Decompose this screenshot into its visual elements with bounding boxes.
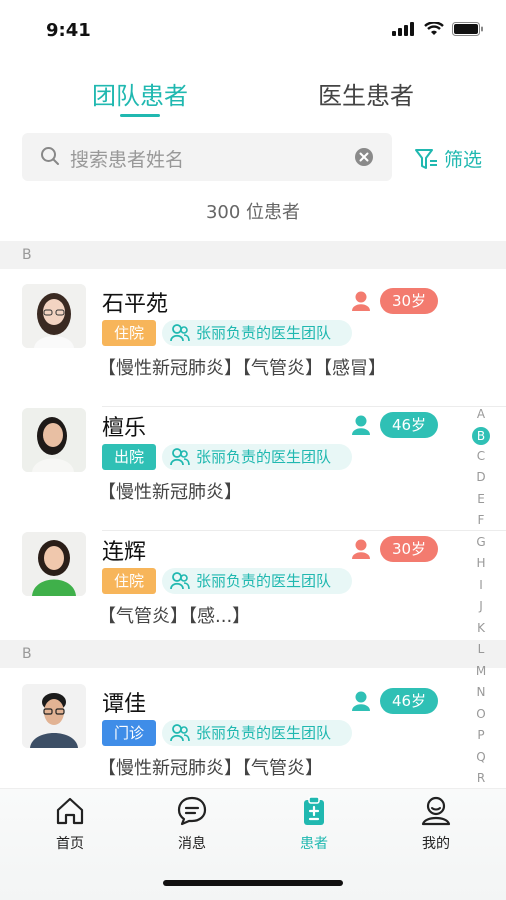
nav-patients[interactable]: 患者	[284, 795, 344, 853]
alpha-index-letter[interactable]: A	[472, 404, 490, 426]
alpha-index-letter[interactable]: P	[472, 725, 490, 747]
team-tag: 张丽负责的医生团队	[162, 320, 352, 346]
alpha-index-letter[interactable]: G	[472, 532, 490, 554]
patient-avatar	[22, 284, 86, 348]
age-badge: 30岁	[380, 536, 438, 562]
patient-tabs: 团队患者 医生患者	[0, 70, 506, 120]
wifi-icon	[424, 22, 444, 35]
age-badge: 46岁	[380, 412, 438, 438]
alpha-index-letter[interactable]: H	[472, 553, 490, 575]
nav-label: 我的	[422, 836, 450, 852]
patient-name: 谭佳	[102, 692, 147, 717]
status-bar: 9:41	[0, 0, 506, 60]
diagnosis-list: 【慢性新冠肺炎】【气管炎】【感冒】	[98, 358, 386, 379]
section-header: B	[0, 640, 506, 668]
nav-messages[interactable]: 消息	[162, 795, 222, 853]
status-badge: 住院	[102, 320, 156, 346]
team-label: 张丽负责的医生团队	[196, 448, 332, 466]
home-icon	[56, 797, 84, 825]
alphabet-index[interactable]: ABCDEFGHIJKLMNOPQR	[472, 404, 490, 790]
alpha-index-letter[interactable]: C	[472, 446, 490, 468]
nav-profile[interactable]: 我的	[406, 795, 466, 853]
age-badge: 46岁	[380, 688, 438, 714]
active-tab-indicator	[120, 114, 160, 117]
search-input[interactable]: 搜索患者姓名	[22, 133, 392, 181]
status-badge: 住院	[102, 568, 156, 594]
patient-name: 连辉	[102, 540, 147, 565]
team-label: 张丽负责的医生团队	[196, 724, 332, 742]
alpha-index-letter[interactable]: I	[472, 575, 490, 597]
message-icon	[177, 796, 207, 826]
patient-avatar	[22, 408, 86, 472]
alpha-index-letter[interactable]: L	[472, 639, 490, 661]
clear-icon[interactable]	[354, 147, 374, 167]
male-icon	[352, 691, 370, 711]
patient-name: 檀乐	[102, 416, 147, 441]
alpha-index-letter[interactable]: B	[472, 426, 490, 445]
tab-doctor-patients[interactable]: 医生患者	[318, 76, 414, 111]
team-tag: 张丽负责的医生团队	[162, 568, 352, 594]
nav-label: 消息	[178, 836, 206, 852]
filter-icon	[415, 148, 437, 169]
tab-team-patients[interactable]: 团队患者	[92, 76, 188, 111]
patient-avatar	[22, 684, 86, 748]
diagnosis-list: 【慢性新冠肺炎】	[98, 482, 242, 503]
patient-avatar	[22, 532, 86, 596]
patient-row[interactable]: 石平苑 30岁 住院 张丽负责的医生团队 【慢性新冠肺炎】【气管炎】【感冒】	[0, 284, 506, 407]
divider	[102, 530, 506, 531]
nav-label: 首页	[56, 836, 84, 852]
status-time: 9:41	[46, 20, 91, 41]
alpha-index-letter[interactable]: O	[472, 704, 490, 726]
patient-count: 300 位患者	[205, 202, 301, 223]
patient-row[interactable]: 檀乐 46岁 出院 张丽负责的医生团队 【慢性新冠肺炎】	[0, 408, 506, 531]
team-label: 张丽负责的医生团队	[196, 324, 332, 342]
filter-label: 筛选	[444, 149, 483, 171]
filter-button[interactable]: 筛选	[414, 145, 482, 172]
divider	[102, 406, 506, 407]
patient-row[interactable]: 连辉 30岁 住院 张丽负责的医生团队 【气管炎】【感...】	[0, 532, 470, 655]
home-indicator	[163, 880, 343, 886]
alpha-index-letter[interactable]: Q	[472, 747, 490, 769]
doctor-team-icon	[170, 324, 190, 342]
section-header: B	[0, 241, 506, 269]
female-icon	[352, 291, 370, 311]
team-label: 张丽负责的医生团队	[196, 572, 332, 590]
team-tag: 张丽负责的医生团队	[162, 444, 352, 470]
status-badge: 门诊	[102, 720, 156, 746]
patient-icon	[304, 796, 324, 825]
female-icon	[352, 539, 370, 559]
search-icon	[41, 147, 59, 165]
doctor-team-icon	[170, 572, 190, 590]
nav-label: 患者	[300, 836, 328, 852]
male-icon	[352, 415, 370, 435]
patient-name: 石平苑	[102, 292, 169, 317]
profile-icon	[421, 796, 451, 826]
alpha-index-letter[interactable]: J	[472, 596, 490, 618]
alpha-index-letter[interactable]: R	[472, 768, 490, 790]
age-badge: 30岁	[380, 288, 438, 314]
alpha-index-letter[interactable]: M	[472, 661, 490, 683]
alpha-index-letter[interactable]: F	[472, 510, 490, 532]
alpha-index-letter[interactable]: E	[472, 489, 490, 511]
diagnosis-list: 【慢性新冠肺炎】【气管炎】	[98, 758, 323, 779]
status-badge: 出院	[102, 444, 156, 470]
alpha-index-letter[interactable]: K	[472, 618, 490, 640]
search-placeholder: 搜索患者姓名	[70, 149, 185, 171]
diagnosis-list: 【气管炎】【感...】	[98, 606, 251, 627]
battery-icon	[452, 22, 483, 36]
nav-home[interactable]: 首页	[40, 795, 100, 853]
team-tag: 张丽负责的医生团队	[162, 720, 352, 746]
doctor-team-icon	[170, 448, 190, 466]
doctor-team-icon	[170, 724, 190, 742]
signal-icon	[392, 22, 414, 36]
alpha-index-letter[interactable]: N	[472, 682, 490, 704]
alpha-index-letter[interactable]: D	[472, 467, 490, 489]
